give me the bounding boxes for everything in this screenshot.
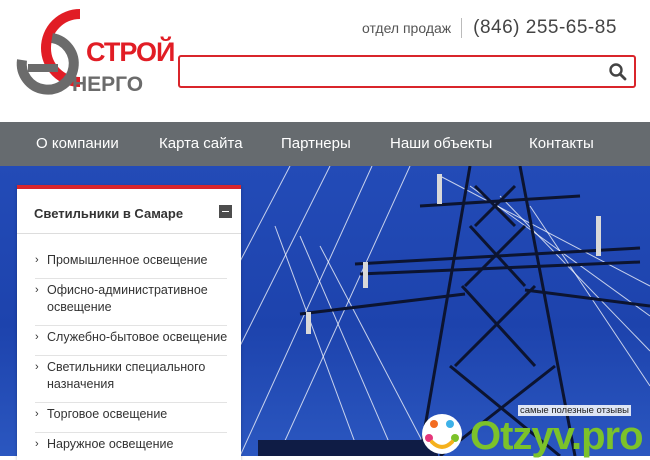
sales-contact: отдел продаж (846) 255-65-85	[362, 17, 617, 39]
catalog-item-label: Промышленное освещение	[47, 253, 208, 267]
nav-item-partners[interactable]: Партнеры	[281, 135, 351, 152]
menu-divider	[35, 432, 227, 433]
catalog-item-label: Служебно-бытовое освещение	[47, 330, 228, 344]
sidebar-title: Светильники в Самаре	[34, 206, 184, 221]
chevron-right-icon: ›	[35, 438, 39, 450]
catalog-item-label: Торговое освещение	[47, 407, 168, 421]
catalog-item-office[interactable]: › Офисно-административное освещение	[35, 282, 235, 316]
chevron-right-icon: ›	[35, 284, 39, 296]
menu-divider	[35, 325, 227, 326]
content-strip	[258, 440, 438, 456]
chevron-right-icon: ›	[35, 361, 39, 373]
sales-department-label: отдел продаж	[362, 20, 452, 36]
phone-number[interactable]: (846) 255-65-85	[473, 17, 617, 39]
search-icon	[609, 63, 627, 81]
nav-item-sitemap[interactable]: Карта сайта	[159, 135, 243, 152]
chevron-right-icon: ›	[35, 254, 39, 266]
nav-item-projects[interactable]: Наши объекты	[390, 135, 492, 152]
site-logo[interactable]: СТРОЙ НЕРГО	[14, 8, 175, 108]
sidebar-header: Светильники в Самаре	[17, 189, 241, 234]
chevron-right-icon: ›	[35, 331, 39, 343]
contact-divider	[461, 18, 463, 38]
menu-divider	[35, 278, 227, 279]
catalog-sidebar: Светильники в Самаре › Промышленное осве…	[17, 185, 241, 460]
catalog-item-special[interactable]: › Светильники специального назначения	[35, 359, 235, 393]
otzyv-watermark: самые полезные отзывы Otzyv.pro	[414, 404, 650, 458]
catalog-item-label: Светильники специального назначения	[47, 360, 206, 391]
logo-text-bottom: НЕРГО	[72, 73, 144, 96]
catalog-item-utility[interactable]: › Служебно-бытовое освещение	[35, 329, 235, 346]
watermark-brand: Otzyv.pro	[470, 414, 644, 458]
site-header: СТРОЙ НЕРГО отдел продаж (846) 255-65-85	[0, 0, 650, 122]
catalog-item-outdoor[interactable]: › Наружное освещение	[35, 436, 235, 453]
catalog-item-label: Наружное освещение	[47, 437, 174, 451]
catalog-item-label: Офисно-административное освещение	[47, 283, 208, 314]
collapse-icon[interactable]	[219, 205, 232, 218]
search-button[interactable]	[608, 62, 628, 82]
search-box	[178, 55, 636, 88]
main-navigation: О компании Карта сайта Партнеры Наши объ…	[0, 122, 650, 166]
menu-divider	[35, 355, 227, 356]
chevron-right-icon: ›	[35, 408, 39, 420]
catalog-item-industrial[interactable]: › Промышленное освещение	[35, 252, 235, 269]
nav-item-about[interactable]: О компании	[36, 135, 119, 152]
nav-item-contacts[interactable]: Контакты	[529, 135, 594, 152]
search-input[interactable]	[186, 60, 600, 84]
logo-text-top: СТРОЙ	[86, 37, 175, 67]
catalog-item-retail[interactable]: › Торговое освещение	[35, 406, 235, 423]
menu-divider	[35, 402, 227, 403]
otzyv-logo-icon	[422, 414, 462, 454]
